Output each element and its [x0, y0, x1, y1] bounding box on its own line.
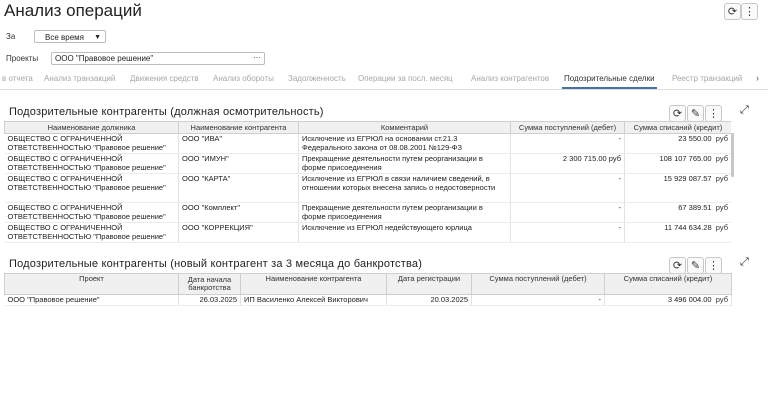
credit-value: 108 107 765.00 [659, 154, 712, 163]
expand-icon[interactable]: ⤢ [740, 104, 749, 117]
chevron-down-icon: ▼ [94, 34, 101, 41]
table-row[interactable]: ОБЩЕСТВО С ОГРАНИЧЕННОЙ ОТВЕТСТВЕННОСТЬЮ… [4, 153, 731, 174]
panel1-scrollbar[interactable] [731, 133, 734, 177]
tab-transactions-registry[interactable]: Реестр транзакций [672, 74, 742, 83]
tab-cash-flow[interactable]: Движения средств [130, 74, 199, 83]
currency: руб [715, 295, 728, 304]
tab-debt[interactable]: Задолженность [288, 74, 346, 83]
wrench-icon[interactable]: ✎ [687, 105, 704, 122]
tab-report[interactable]: в отчета [2, 74, 33, 83]
project-cell: ООО "Правовое решение" [4, 294, 179, 306]
debtor-cell: ОБЩЕСТВО С ОГРАНИЧЕННОЙ ОТВЕТСТВЕННОСТЬЮ… [4, 222, 179, 243]
tab-bar: в отчета Анализ транзакций Движения сред… [0, 71, 768, 90]
panel2-table-wrap: Проект Дата начала банкротства Наименова… [4, 273, 732, 306]
credit-cell: 3 496 004.00 руб [604, 294, 732, 306]
debit-cell: - [510, 202, 625, 223]
debit-cell: 2 300 715.00 руб [510, 153, 625, 174]
table-row[interactable]: ООО "Правовое решение" 26.03.2025 ИП Вас… [4, 294, 732, 306]
comment-cell: Исключение из ЕГРЮЛ недействующего юрлиц… [298, 222, 511, 243]
page-title: Анализ операций [4, 1, 142, 20]
panel1-table: Наименование должника Наименование контр… [4, 121, 731, 243]
col-debit[interactable]: Сумма поступлений (дебет) [510, 121, 625, 134]
tab-suspicious-deals[interactable]: Подозрительные сделки [562, 74, 657, 89]
debtor-cell: ОБЩЕСТВО С ОГРАНИЧЕННОЙ ОТВЕТСТВЕННОСТЬЮ… [4, 173, 179, 203]
refresh-icon[interactable]: ⟳ [724, 3, 741, 20]
table-row[interactable]: ОБЩЕСТВО С ОГРАНИЧЕННОЙ ОТВЕТСТВЕННОСТЬЮ… [4, 133, 731, 154]
col-bankruptcy-start[interactable]: Дата начала банкротства [178, 273, 241, 295]
debit-cell: - [510, 173, 625, 203]
currency: руб [715, 174, 728, 183]
counterparty-cell: ИП Василенко Алексей Викторович [240, 294, 387, 306]
tab-transactions-analysis[interactable]: Анализ транзакций [44, 74, 115, 83]
projects-label: Проекты [6, 54, 39, 63]
projects-value: ООО "Правовое решение" [55, 54, 154, 63]
more-vertical-icon[interactable]: ⋮ [741, 3, 758, 20]
col-registration-date[interactable]: Дата регистрации [386, 273, 472, 295]
debtor-cell: ОБЩЕСТВО С ОГРАНИЧЕННОЙ ОТВЕТСТВЕННОСТЬЮ… [4, 153, 179, 174]
tab-counterparty-analysis[interactable]: Анализ контрагентов [471, 74, 549, 83]
currency: руб [715, 134, 728, 143]
more-vertical-icon[interactable]: ⋮ [705, 105, 722, 122]
col-debit[interactable]: Сумма поступлений (дебет) [471, 273, 605, 295]
col-counterparty[interactable]: Наименование контрагента [178, 121, 299, 134]
debit-cell: - [510, 222, 625, 243]
credit-cell: 15 929 087.57 руб [624, 173, 731, 203]
counterparty-cell: ООО "ИМУН" [178, 153, 299, 174]
col-debtor[interactable]: Наименование должника [4, 121, 179, 134]
table-row[interactable]: ОБЩЕСТВО С ОГРАНИЧЕННОЙ ОТВЕТСТВЕННОСТЬЮ… [4, 222, 731, 243]
currency: руб [715, 223, 728, 232]
panel2-table: Проект Дата начала банкротства Наименова… [4, 273, 732, 306]
credit-cell: 11 744 634.28 руб [624, 222, 731, 243]
panel1-title: Подозрительные контрагенты (должная осмо… [9, 106, 324, 118]
credit-value: 11 744 634.28 [664, 223, 712, 232]
period-value: Все время [45, 33, 84, 42]
comment-cell: Прекращение деятельности путем реорганиз… [298, 202, 511, 223]
table-row[interactable]: ОБЩЕСТВО С ОГРАНИЧЕННОЙ ОТВЕТСТВЕННОСТЬЮ… [4, 173, 731, 203]
col-credit[interactable]: Сумма списаний (кредит) [604, 273, 732, 295]
counterparty-cell: ООО "КАРТА" [178, 173, 299, 203]
col-project[interactable]: Проект [4, 273, 179, 295]
col-counterparty[interactable]: Наименование контрагента [240, 273, 387, 295]
refresh-icon[interactable]: ⟳ [669, 257, 686, 274]
debit-cell: - [471, 294, 605, 306]
counterparty-cell: ООО "Комплект" [178, 202, 299, 223]
credit-value: 67 389.51 [678, 203, 712, 212]
credit-value: 3 496 004.00 [667, 295, 712, 304]
comment-cell: Исключение из ЕГРЮЛ на основании ст.21.3… [298, 133, 511, 154]
table-row[interactable]: ОБЩЕСТВО С ОГРАНИЧЕННОЙ ОТВЕТСТВЕННОСТЬЮ… [4, 202, 731, 223]
registration-date-cell: 20.03.2025 [386, 294, 472, 306]
currency: руб [715, 154, 728, 163]
panel1-table-wrap: Наименование должника Наименование контр… [4, 121, 731, 247]
credit-cell: 108 107 765.00 руб [624, 153, 731, 174]
projects-select-button[interactable]: ··· [253, 52, 261, 63]
counterparty-cell: ООО "ИВА" [178, 133, 299, 154]
more-vertical-icon[interactable]: ⋮ [705, 257, 722, 274]
period-label: За [6, 32, 16, 41]
counterparty-cell: ООО "КОРРЕКЦИЯ" [178, 222, 299, 243]
credit-value: 23 550.00 [678, 134, 712, 143]
col-comment[interactable]: Комментарий [298, 121, 511, 134]
credit-value: 15 929 087.57 [663, 174, 712, 183]
tab-last-month-operations[interactable]: Операции за посл. месяц [358, 74, 453, 83]
col-credit[interactable]: Сумма списаний (кредит) [624, 121, 731, 134]
comment-cell: Прекращение деятельности путем реорганиз… [298, 153, 511, 174]
tab-turnover-analysis[interactable]: Анализ обороты [213, 74, 274, 83]
refresh-icon[interactable]: ⟳ [669, 105, 686, 122]
comment-cell: Исключение из ЕГРЮЛ в связи наличием све… [298, 173, 511, 203]
chevron-right-icon[interactable]: › [756, 73, 759, 83]
period-select[interactable]: Все время ▼ [34, 30, 106, 43]
bankruptcy-start-cell: 26.03.2025 [178, 294, 241, 306]
panel2-title: Подозрительные контрагенты (новый контра… [9, 258, 423, 270]
currency: руб [715, 203, 728, 212]
credit-cell: 23 550.00 руб [624, 133, 731, 154]
projects-field[interactable]: ООО "Правовое решение" ··· [51, 52, 265, 65]
debit-cell: - [510, 133, 625, 154]
credit-cell: 67 389.51 руб [624, 202, 731, 223]
wrench-icon[interactable]: ✎ [687, 257, 704, 274]
debtor-cell: ОБЩЕСТВО С ОГРАНИЧЕННОЙ ОТВЕТСТВЕННОСТЬЮ… [4, 133, 179, 154]
expand-icon[interactable]: ⤢ [740, 256, 749, 269]
debtor-cell: ОБЩЕСТВО С ОГРАНИЧЕННОЙ ОТВЕТСТВЕННОСТЬЮ… [4, 202, 179, 223]
